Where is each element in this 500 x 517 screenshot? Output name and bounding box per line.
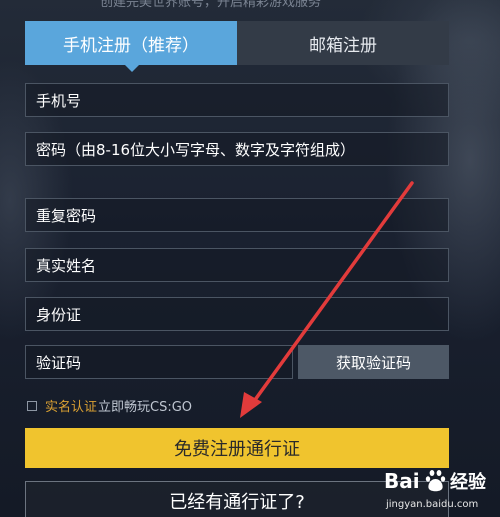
register-tabs: 手机注册（推荐） 邮箱注册	[25, 21, 449, 72]
agreement-checkbox[interactable]	[27, 400, 37, 411]
real-name-input[interactable]: 真实姓名	[25, 248, 449, 282]
header-partial-text: 创建完美世界账号，开启精彩游戏服务	[100, 0, 322, 10]
register-button[interactable]: 免费注册通行证	[25, 428, 449, 468]
agreement-row: 实名认证 立即畅玩CS:GO	[27, 396, 192, 415]
tab-email-register[interactable]: 邮箱注册	[237, 21, 449, 65]
repeat-password-input[interactable]: 重复密码	[25, 198, 449, 232]
agreement-text: 立即畅玩CS:GO	[98, 400, 193, 415]
tab-phone-register[interactable]: 手机注册（推荐）	[25, 21, 237, 72]
real-name-auth-link[interactable]: 实名认证	[45, 396, 97, 415]
svg-text:Bai: Bai	[384, 469, 420, 493]
phone-input[interactable]: 手机号	[25, 83, 449, 117]
get-code-button[interactable]: 获取验证码	[298, 345, 449, 379]
baidu-logo-icon: Bai 经验	[384, 469, 487, 493]
baidu-jingyan-watermark: Bai 经验 jingyan.baidu.com	[380, 466, 498, 512]
password-input[interactable]: 密码（由8-16位大小写字母、数字及字符组成）	[25, 132, 449, 166]
verification-code-input[interactable]: 验证码	[25, 345, 293, 379]
id-card-input[interactable]: 身份证	[25, 297, 449, 331]
svg-text:经验: 经验	[450, 471, 487, 493]
watermark-url: jingyan.baidu.com	[386, 499, 479, 510]
